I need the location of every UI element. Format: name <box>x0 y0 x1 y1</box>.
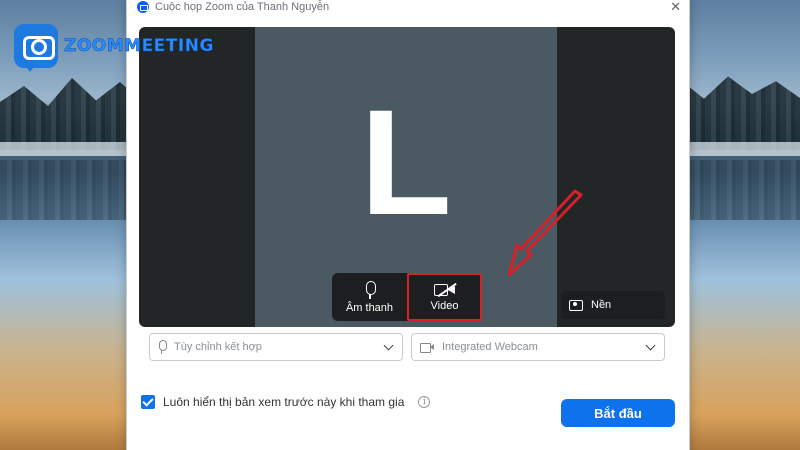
info-icon[interactable]: i <box>418 396 431 408</box>
avatar-letter: L <box>360 78 452 246</box>
preview-controls: Âm thanh Video <box>332 273 482 321</box>
microphone-icon <box>365 280 376 299</box>
video-off-icon <box>433 282 456 297</box>
brand-text: ZOOMMEETING <box>64 36 214 57</box>
always-show-preview-label: Luôn hiển thị bản xem trước này khi tham… <box>163 395 405 409</box>
brand-logo: ZOOMMEETING <box>14 24 214 72</box>
close-icon[interactable]: ✕ <box>670 0 681 15</box>
always-show-preview-checkbox[interactable] <box>141 395 155 409</box>
window-title: Cuộc họp Zoom của Thanh Nguyễn <box>155 1 330 13</box>
microphone-select-value: Tùy chỉnh kết hợp <box>174 341 262 353</box>
always-show-preview-row: Luôn hiển thị bản xem trước này khi tham… <box>141 395 431 409</box>
background-button[interactable]: Nền <box>561 291 665 319</box>
video-button[interactable]: Video <box>407 273 482 321</box>
camera-select-value: Integrated Webcam <box>442 341 538 353</box>
camera-icon <box>420 342 434 353</box>
chevron-down-icon <box>383 340 394 351</box>
video-button-label: Video <box>430 299 459 312</box>
zoom-camera-bubble-icon <box>14 24 58 72</box>
background-button-label: Nền <box>591 299 612 311</box>
audio-button[interactable]: Âm thanh <box>332 273 407 321</box>
audio-button-label: Âm thanh <box>345 301 394 314</box>
microphone-select[interactable]: Tùy chỉnh kết hợp <box>149 333 403 361</box>
window-titlebar: Cuộc họp Zoom của Thanh Nguyễn ✕ <box>127 0 689 19</box>
video-preview: L Âm thanh Video Nền <box>139 27 675 327</box>
start-button[interactable]: Bắt đầu <box>561 399 675 427</box>
chevron-down-icon <box>645 340 656 351</box>
microphone-icon <box>158 340 167 354</box>
zoom-logo-icon <box>137 1 149 13</box>
camera-select[interactable]: Integrated Webcam <box>411 333 665 361</box>
background-icon <box>569 299 583 311</box>
